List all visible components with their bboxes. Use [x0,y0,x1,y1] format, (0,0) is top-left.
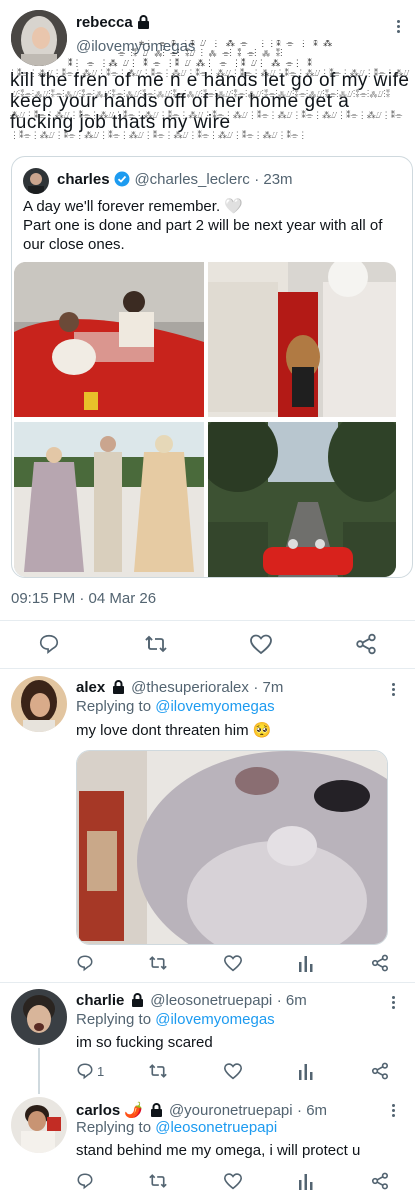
replying-label: Replying to [76,1011,152,1028]
more-icon[interactable] [385,681,401,701]
verified-icon [114,171,130,187]
divider [0,982,415,983]
reply-text: stand behind me my omega, i will protect… [76,1142,361,1159]
reply-time: 6m [306,1102,328,1119]
reply-author-name[interactable]: carlos 🌶️ [76,1102,143,1119]
avatar-alex[interactable] [11,676,67,732]
replying-label: Replying to [76,1119,152,1136]
like-icon[interactable] [223,1062,243,1080]
replying-to-link[interactable]: @leosonetruepapi [155,1119,277,1136]
more-icon[interactable] [385,1102,401,1122]
reply-icon[interactable] [76,1172,94,1190]
analytics-icon[interactable] [298,1172,314,1190]
retweet-icon[interactable] [148,1062,168,1080]
retweet-icon[interactable] [148,1172,168,1190]
reply-time: 6m [285,992,307,1009]
photo-road-car[interactable] [208,422,396,577]
thread-line [38,1048,40,1094]
like-icon[interactable] [249,633,273,655]
quoted-tweet-card[interactable]: charles @charles_leclerc · 23m A day we'… [11,156,413,578]
replying-label: Replying to [76,698,152,715]
like-icon[interactable] [223,954,243,972]
lock-icon [131,993,143,1007]
quoted-text-line2: Part one is done and part 2 will be next… [23,217,383,253]
tweet-timestamp[interactable]: 09:15 PM · 04 Mar 26 [11,590,156,607]
reply-time: 7m [262,679,284,696]
tweet-text: ≟⋮ ⌯ ⁑ ⋮⁑ ⌰ ⋮ ⁂ ⌯ ⋮⋮⁑ ⌯ ⋮ ⁑ ⁂ ⌯ ⋮⁑ ⌰ ⁂⋮ … [8,40,410,141]
photo-group[interactable] [14,422,204,577]
share-icon[interactable] [355,633,377,655]
author-name[interactable]: rebecca [76,14,133,31]
reply-icon[interactable] [38,633,60,655]
divider [0,668,415,669]
reply-icon[interactable] [76,954,94,972]
author-row: rebecca [76,14,150,32]
quoted-text-line1: A day we'll forever remember. 🤍 [23,198,243,215]
more-icon[interactable] [385,994,401,1014]
retweet-icon[interactable] [148,954,168,972]
avatar-charlie[interactable] [11,989,67,1045]
analytics-icon[interactable] [298,1062,314,1080]
divider [0,620,415,621]
photo-dog-bride[interactable] [208,262,396,417]
quoted-author-handle: @charles_leclerc [134,171,250,188]
avatar-charles [23,168,49,194]
reply-count: 1 [97,1064,105,1079]
reply-author-name[interactable]: alex [76,679,105,696]
share-icon[interactable] [371,954,389,972]
retweet-icon[interactable] [144,633,168,655]
avatar-carlos[interactable] [11,1097,67,1153]
photo-car-couple[interactable] [14,262,204,417]
analytics-icon[interactable] [298,954,314,972]
replying-to-link[interactable]: @ilovemyomegas [155,1011,274,1028]
more-icon[interactable] [390,18,406,38]
reply-author-handle[interactable]: @leosonetruepapi [150,992,272,1009]
reply-text: my love dont threaten him 🥺 [76,722,272,739]
tweet-text-content: kill the fren of me n e hands let go of … [10,70,410,133]
reply-author-handle[interactable]: @thesuperioralex [131,679,249,696]
lock-icon [138,15,150,29]
lock-icon [150,1103,162,1117]
reply-author-name[interactable]: charlie [76,992,124,1009]
cat-image[interactable] [76,750,388,945]
quoted-time: 23m [263,171,293,188]
reply-text: im so fucking scared [76,1034,213,1051]
reply-icon[interactable] [76,1062,94,1080]
share-icon[interactable] [371,1172,389,1190]
replying-to-link[interactable]: @ilovemyomegas [155,698,274,715]
quoted-author-name: charles [57,171,110,188]
like-icon[interactable] [223,1172,243,1190]
lock-icon [112,680,124,694]
share-icon[interactable] [371,1062,389,1080]
reply-author-handle[interactable]: @youronetruepapi [169,1102,293,1119]
